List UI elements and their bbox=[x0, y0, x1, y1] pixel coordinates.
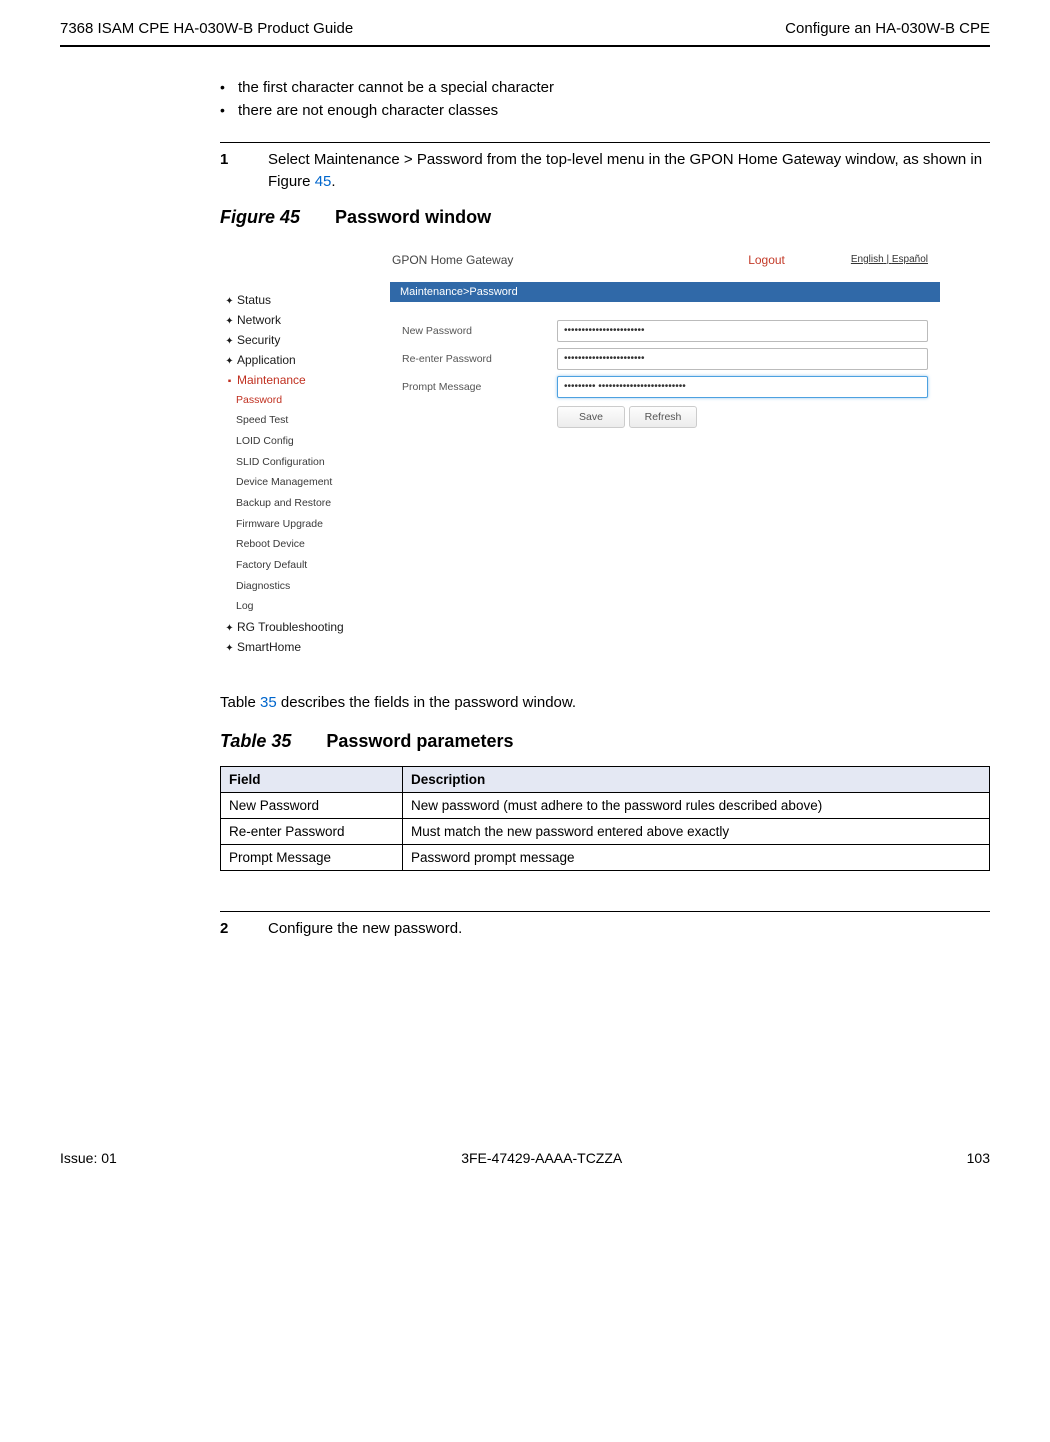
sidebar-sub-diagnostics[interactable]: Diagnostics bbox=[220, 576, 390, 597]
table-row: Prompt Message Password prompt message bbox=[221, 845, 990, 871]
step-1: 1 Select Maintenance > Password from the… bbox=[220, 149, 990, 193]
footer-issue: Issue: 01 bbox=[60, 1150, 117, 1166]
sidebar-sub-password[interactable]: Password bbox=[220, 390, 390, 411]
expand-icon: ✦ bbox=[224, 336, 235, 347]
sidebar-sub-loid[interactable]: LOID Config bbox=[220, 431, 390, 452]
sidebar-item-network[interactable]: ✦Network bbox=[220, 310, 390, 330]
th-desc: Description bbox=[403, 767, 990, 793]
sidebar-sub-firmware[interactable]: Firmware Upgrade bbox=[220, 514, 390, 535]
step-text: Select Maintenance > Password from the t… bbox=[268, 149, 990, 193]
language-links[interactable]: English | Español bbox=[851, 254, 928, 265]
refresh-button[interactable]: Refresh bbox=[629, 406, 697, 428]
new-password-input[interactable] bbox=[557, 320, 928, 342]
cell-field: Prompt Message bbox=[221, 845, 403, 871]
sidebar-item-security[interactable]: ✦Security bbox=[220, 330, 390, 350]
password-form: New Password Re-enter Password Prompt Me… bbox=[390, 302, 940, 446]
step-rule bbox=[220, 142, 990, 143]
step-number: 2 bbox=[220, 918, 238, 940]
expand-icon: ✦ bbox=[224, 356, 235, 367]
sidebar-sub-slid[interactable]: SLID Configuration bbox=[220, 452, 390, 473]
expand-icon: ✦ bbox=[224, 296, 235, 307]
gateway-title: GPON Home Gateway bbox=[392, 253, 513, 267]
figure-label: Figure 45 bbox=[220, 207, 300, 227]
cell-field: Re-enter Password bbox=[221, 819, 403, 845]
sidebar-item-rg[interactable]: ✦RG Troubleshooting bbox=[220, 617, 390, 637]
expand-icon: ✦ bbox=[224, 643, 235, 654]
sidebar-item-status[interactable]: ✦Status bbox=[220, 290, 390, 310]
sidebar-sub-log[interactable]: Log bbox=[220, 596, 390, 617]
table-title: Table 35 Password parameters bbox=[220, 731, 990, 752]
step-text: Configure the new password. bbox=[268, 918, 462, 940]
cell-desc: New password (must adhere to the passwor… bbox=[403, 793, 990, 819]
step-2: 2 Configure the new password. bbox=[220, 918, 990, 940]
table-name: Password parameters bbox=[326, 731, 513, 751]
footer-docid: 3FE-47429-AAAA-TCZZA bbox=[461, 1150, 622, 1166]
lang-en[interactable]: English bbox=[851, 254, 884, 265]
cell-desc: Must match the new password entered abov… bbox=[403, 819, 990, 845]
header-left: 7368 ISAM CPE HA-030W-B Product Guide bbox=[60, 20, 353, 37]
table-intro-a: Table bbox=[220, 694, 260, 711]
footer-page: 103 bbox=[967, 1150, 990, 1166]
bullet-item: there are not enough character classes bbox=[238, 100, 990, 123]
collapse-icon: ▪ bbox=[224, 376, 235, 387]
figure-title: Figure 45 Password window bbox=[220, 207, 990, 228]
prompt-message-label: Prompt Message bbox=[402, 381, 557, 393]
figure-link[interactable]: 45 bbox=[315, 173, 332, 190]
screenshot-header: GPON Home Gateway Logout English | Españ… bbox=[390, 238, 940, 282]
sidebar-item-smarthome[interactable]: ✦SmartHome bbox=[220, 637, 390, 657]
sidebar-sub-backup[interactable]: Backup and Restore bbox=[220, 493, 390, 514]
table-link[interactable]: 35 bbox=[260, 694, 277, 711]
lang-sep: | bbox=[884, 254, 892, 265]
figure-name: Password window bbox=[335, 207, 491, 227]
table-intro-b: describes the fields in the password win… bbox=[277, 694, 576, 711]
save-button[interactable]: Save bbox=[557, 406, 625, 428]
page-header: 7368 ISAM CPE HA-030W-B Product Guide Co… bbox=[60, 20, 990, 45]
expand-icon: ✦ bbox=[224, 316, 235, 327]
header-right: Configure an HA-030W-B CPE bbox=[785, 20, 990, 37]
sidebar-sub-factory[interactable]: Factory Default bbox=[220, 555, 390, 576]
sidebar-sub-reboot[interactable]: Reboot Device bbox=[220, 534, 390, 555]
expand-icon: ✦ bbox=[224, 623, 235, 634]
table-label: Table 35 bbox=[220, 731, 291, 751]
screenshot-main: Maintenance>Password New Password Re-ent… bbox=[390, 282, 940, 662]
screenshot: GPON Home Gateway Logout English | Españ… bbox=[220, 238, 940, 662]
bullet-list: the first character cannot be a special … bbox=[220, 77, 990, 122]
page-footer: Issue: 01 3FE-47429-AAAA-TCZZA 103 bbox=[60, 1150, 990, 1166]
prompt-message-input[interactable] bbox=[557, 376, 928, 398]
bullet-item: the first character cannot be a special … bbox=[238, 77, 990, 100]
sidebar-item-application[interactable]: ✦Application bbox=[220, 350, 390, 370]
header-rule bbox=[60, 45, 990, 47]
screenshot-logo-area bbox=[220, 238, 390, 282]
cell-desc: Password prompt message bbox=[403, 845, 990, 871]
step-rule bbox=[220, 911, 990, 912]
lang-es[interactable]: Español bbox=[892, 254, 928, 265]
reenter-password-input[interactable] bbox=[557, 348, 928, 370]
step-text-a: Select Maintenance > Password from the t… bbox=[268, 151, 982, 190]
screenshot-sidebar: ✦Status ✦Network ✦Security ✦Application … bbox=[220, 282, 390, 662]
step-text-b: . bbox=[331, 173, 335, 190]
breadcrumb: Maintenance>Password bbox=[390, 282, 940, 302]
table-row: New Password New password (must adhere t… bbox=[221, 793, 990, 819]
reenter-password-label: Re-enter Password bbox=[402, 353, 557, 365]
password-params-table: Field Description New Password New passw… bbox=[220, 766, 990, 871]
th-field: Field bbox=[221, 767, 403, 793]
cell-field: New Password bbox=[221, 793, 403, 819]
sidebar-sub-speedtest[interactable]: Speed Test bbox=[220, 410, 390, 431]
sidebar-sub-devicemgmt[interactable]: Device Management bbox=[220, 472, 390, 493]
step-number: 1 bbox=[220, 149, 238, 193]
sidebar-item-maintenance[interactable]: ▪Maintenance bbox=[220, 370, 390, 390]
logout-link[interactable]: Logout bbox=[748, 253, 785, 267]
table-intro: Table 35 describes the fields in the pas… bbox=[220, 692, 990, 714]
table-row: Re-enter Password Must match the new pas… bbox=[221, 819, 990, 845]
new-password-label: New Password bbox=[402, 325, 557, 337]
